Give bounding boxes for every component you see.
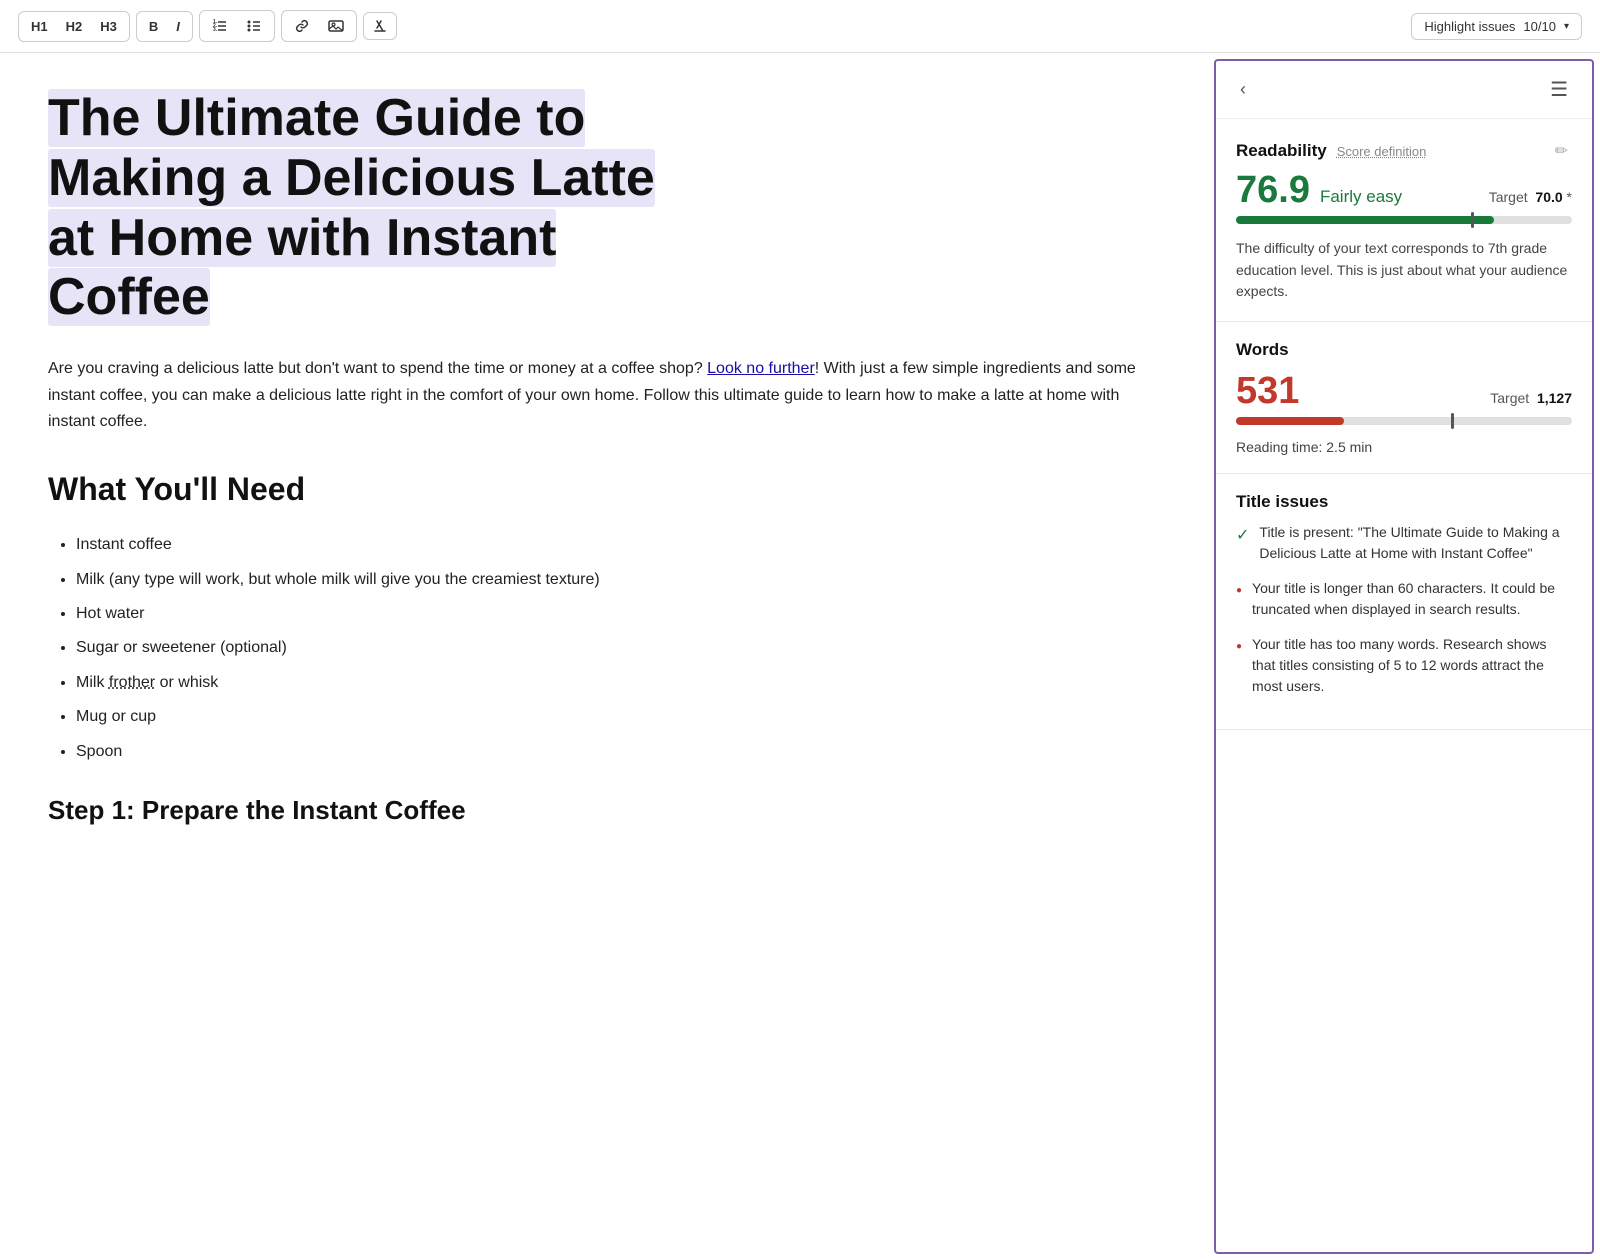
sidebar-topbar: ‹ ☰ (1216, 61, 1592, 119)
list-item: Sugar or sweetener (optional) (76, 635, 1166, 661)
main-layout: The Ultimate Guide to Making a Delicious… (0, 53, 1600, 1260)
issue-text-error-2: Your title has too many words. Research … (1252, 634, 1572, 697)
list-item: Milk frother or whisk (76, 670, 1166, 696)
issue-text-error-1: Your title is longer than 60 characters.… (1252, 578, 1572, 620)
words-target-marker (1451, 413, 1454, 429)
sidebar-menu-button[interactable]: ☰ (1542, 73, 1576, 106)
list-item: Hot water (76, 601, 1166, 627)
image-button[interactable] (320, 13, 352, 39)
list-item: Instant coffee (76, 532, 1166, 558)
highlight-issues-button[interactable]: Highlight issues 10/10 ▾ (1411, 13, 1582, 40)
words-target: Target 1,127 (1490, 390, 1572, 406)
readability-target-marker (1471, 212, 1474, 228)
edit-icon-button[interactable]: ✏ (1551, 137, 1572, 165)
toolbar: H1 H2 H3 B I 1. 2. 3. (0, 0, 1600, 53)
title-highlight-3: at Home with Instant (48, 209, 556, 267)
readability-title: Readability (1236, 141, 1327, 161)
look-no-further-link[interactable]: Look no further (707, 360, 815, 377)
editor-body: Are you craving a delicious latte but do… (48, 356, 1166, 832)
list-group: 1. 2. 3. (199, 10, 275, 42)
words-title: Words (1236, 340, 1572, 360)
list-item: Spoon (76, 739, 1166, 765)
editor-panel: The Ultimate Guide to Making a Delicious… (0, 53, 1214, 1260)
error-icon-2: ● (1236, 639, 1242, 697)
format-group: B I (136, 11, 193, 42)
error-icon-1: ● (1236, 583, 1242, 620)
word-count: 531 (1236, 370, 1299, 413)
h2-button[interactable]: H2 (58, 14, 91, 39)
issue-item-error-2: ● Your title has too many words. Researc… (1236, 634, 1572, 697)
words-progress-bar (1236, 417, 1572, 425)
ordered-list-button[interactable]: 1. 2. 3. (204, 13, 236, 39)
readability-header: Readability Score definition ✏ (1236, 137, 1572, 165)
readability-section: Readability Score definition ✏ 76.9 Fair… (1216, 119, 1592, 322)
bold-button[interactable]: B (141, 14, 166, 39)
words-score-row: 531 Target 1,127 (1236, 370, 1572, 413)
readability-score: 76.9 (1236, 169, 1310, 212)
readability-progress-fill (1236, 216, 1494, 224)
highlight-count: 10/10 (1523, 19, 1556, 34)
italic-button[interactable]: I (168, 14, 188, 39)
issue-item-check: ✓ Title is present: "The Ultimate Guide … (1236, 522, 1572, 564)
title-issues-section: Title issues ✓ Title is present: "The Ul… (1216, 474, 1592, 730)
article-title: The Ultimate Guide to Making a Delicious… (48, 89, 1166, 328)
readability-title-row: Readability Score definition (1236, 141, 1426, 161)
list-item: Mug or cup (76, 704, 1166, 730)
step1-heading: Step 1: Prepare the Instant Coffee (48, 789, 1166, 832)
intro-paragraph: Are you craving a delicious latte but do… (48, 356, 1166, 435)
readability-target: Target 70.0 * (1489, 189, 1572, 205)
reading-time: Reading time: 2.5 min (1236, 439, 1572, 455)
readability-score-label: Fairly easy (1320, 187, 1402, 207)
readability-description: The difficulty of your text corresponds … (1236, 238, 1572, 303)
link-button[interactable] (286, 13, 318, 39)
words-section: Words 531 Target 1,127 Reading time: 2.5… (1216, 322, 1592, 474)
title-highlight-4: Coffee (48, 268, 210, 326)
unordered-list-button[interactable] (238, 13, 270, 39)
readability-score-row: 76.9 Fairly easy Target 70.0 * (1236, 169, 1572, 212)
ingredients-list: Instant coffee Milk (any type will work,… (76, 532, 1166, 765)
title-highlight-2: Making a Delicious Latte (48, 149, 655, 207)
readability-progress-bar (1236, 216, 1572, 224)
list-item: Milk (any type will work, but whole milk… (76, 567, 1166, 593)
score-definition-link[interactable]: Score definition (1337, 144, 1427, 159)
frother-text: frother (109, 674, 155, 691)
title-highlight-1: The Ultimate Guide to (48, 89, 585, 147)
sidebar-back-button[interactable]: ‹ (1232, 75, 1254, 104)
sidebar-panel: ‹ ☰ Readability Score definition ✏ 76.9 … (1214, 59, 1594, 1254)
issue-item-error-1: ● Your title is longer than 60 character… (1236, 578, 1572, 620)
title-issues-title: Title issues (1236, 492, 1572, 512)
issue-text-check: Title is present: "The Ultimate Guide to… (1259, 522, 1572, 564)
svg-text:3.: 3. (213, 27, 218, 33)
insert-group (281, 10, 357, 42)
words-progress-fill (1236, 417, 1344, 425)
what-youll-need-heading: What You'll Need (48, 463, 1166, 516)
h3-button[interactable]: H3 (92, 14, 125, 39)
check-icon: ✓ (1236, 524, 1249, 564)
clear-format-button[interactable] (363, 12, 397, 40)
chevron-down-icon: ▾ (1564, 21, 1569, 32)
highlight-label: Highlight issues (1424, 19, 1515, 34)
h1-button[interactable]: H1 (23, 14, 56, 39)
heading-group: H1 H2 H3 (18, 11, 130, 42)
